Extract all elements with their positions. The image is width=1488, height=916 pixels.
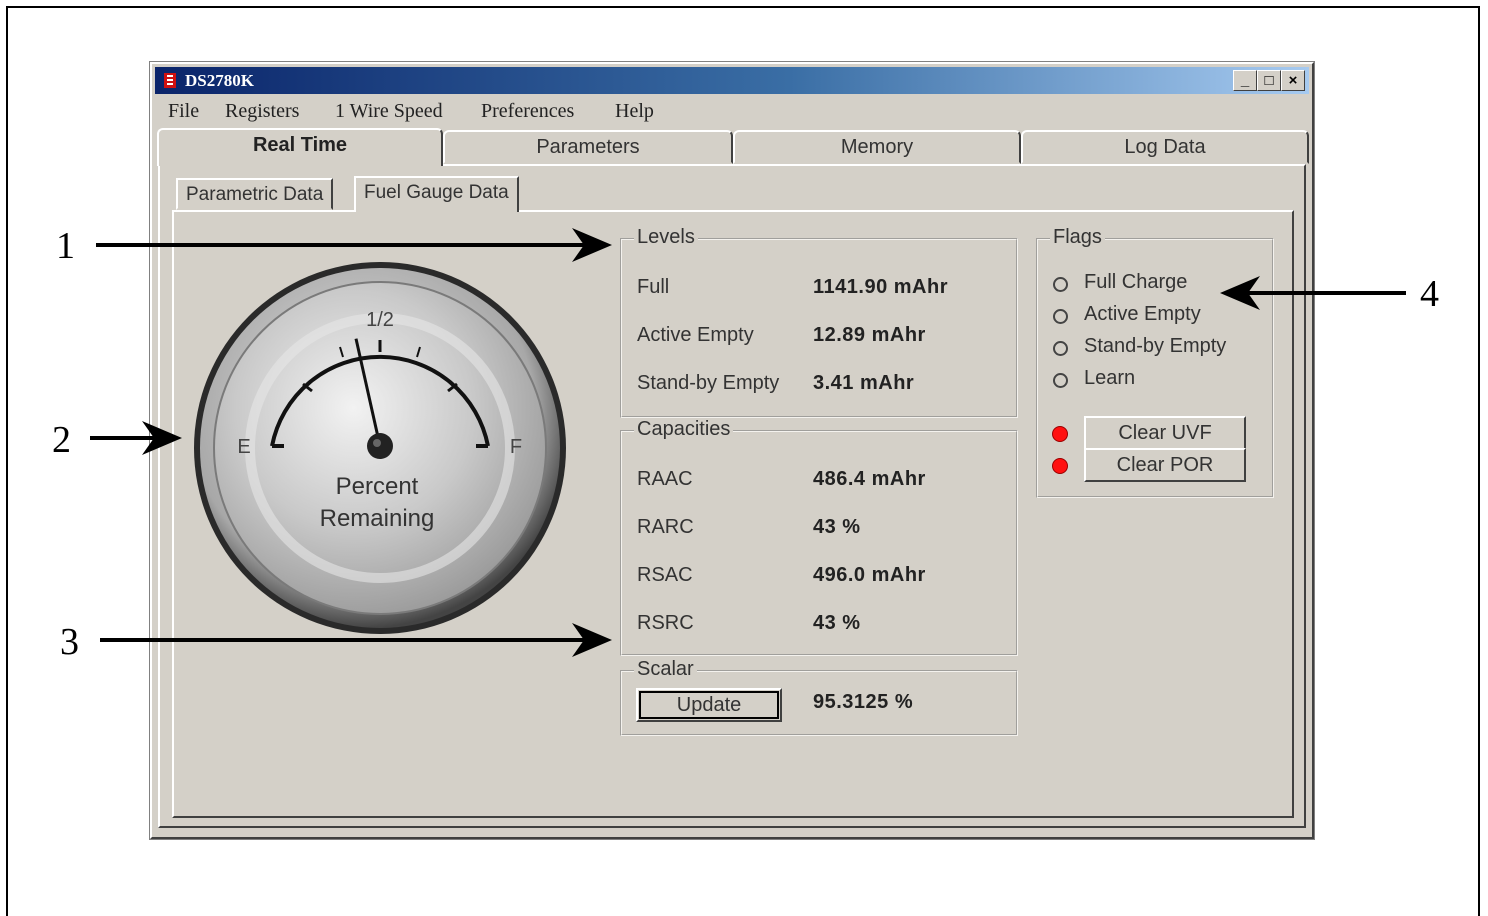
subtab-fuel-gauge-data[interactable]: Fuel Gauge Data — [354, 176, 519, 212]
arrow-3 — [100, 623, 612, 657]
tab-real-time[interactable]: Real Time — [157, 128, 443, 166]
arrow-4 — [1220, 276, 1406, 310]
arrow-1 — [96, 228, 612, 262]
arrow-2 — [90, 421, 182, 455]
